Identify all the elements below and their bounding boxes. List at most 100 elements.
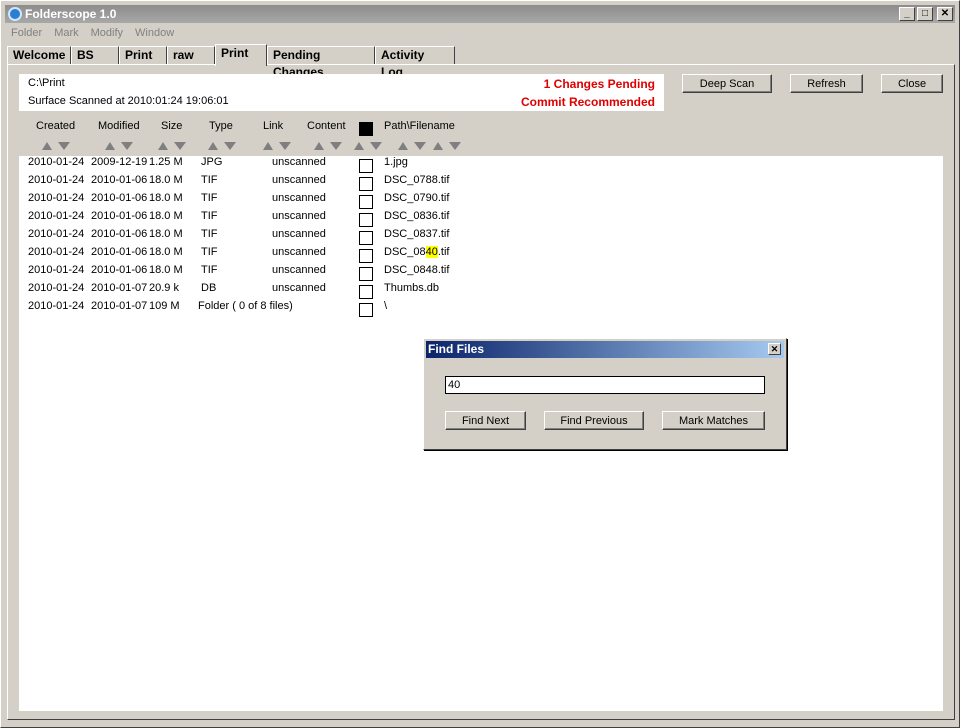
tab-raw[interactable]: raw <box>167 46 215 65</box>
mark-checkbox[interactable] <box>359 177 373 191</box>
select-all-checkbox[interactable] <box>359 122 373 136</box>
type-cell: DB <box>201 282 217 294</box>
mark-checkbox[interactable] <box>359 159 373 173</box>
file-row[interactable]: 2010-01-24 2010-01-06 18.0 M TIF unscanned DS… <box>19 174 943 192</box>
sort-desc-icon[interactable] <box>121 142 133 150</box>
tab-print-1[interactable]: Print <box>119 46 167 65</box>
file-row[interactable]: 2010-01-24 2010-01-07 20.9 k DB unscanned Thu… <box>19 282 943 300</box>
file-row[interactable]: 2010-01-24 2010-01-06 18.0 M TIF unscanned DS… <box>19 192 943 210</box>
sort-asc-icon[interactable] <box>208 142 218 150</box>
filename-text: 1.jpg <box>384 156 408 168</box>
tab-activity-log[interactable]: Activity Log <box>375 46 455 79</box>
app-icon <box>8 7 22 21</box>
column-header-path[interactable]: Path\Filename <box>384 120 455 132</box>
sort-desc-icon[interactable] <box>370 142 382 150</box>
sort-desc-icon[interactable] <box>330 142 342 150</box>
mark-checkbox[interactable] <box>359 303 373 317</box>
menu-folder[interactable]: Folder <box>5 27 48 39</box>
close-window-button[interactable]: ✕ <box>937 7 953 21</box>
mark-checkbox[interactable] <box>359 285 373 299</box>
sort-asc-icon[interactable] <box>398 142 408 150</box>
file-row[interactable]: 2010-01-24 2009-12-19 1.25 M JPG unscanned 1.… <box>19 156 943 174</box>
filename-cell: 1.jpg <box>384 156 408 168</box>
tab-print-active[interactable]: Print <box>215 44 267 66</box>
sort-asc-icon[interactable] <box>158 142 168 150</box>
find-query-input[interactable] <box>445 376 765 394</box>
type-cell: TIF <box>201 228 218 240</box>
menu-modify[interactable]: Modify <box>85 27 129 39</box>
size-cell: 1.25 M <box>149 156 183 168</box>
title-bar[interactable]: Folderscope 1.0 _ □ ✕ <box>5 5 955 23</box>
mark-checkbox[interactable] <box>359 249 373 263</box>
minimize-button[interactable]: _ <box>899 7 915 21</box>
sort-asc-icon[interactable] <box>42 142 52 150</box>
filename-cell: DSC_0837.tif <box>384 228 449 240</box>
column-header-modified[interactable]: Modified <box>98 120 140 132</box>
sort-created <box>42 142 76 152</box>
mark-matches-button[interactable]: Mark Matches <box>662 411 765 430</box>
tab-pending-changes[interactable]: Pending Changes <box>267 46 375 79</box>
modified-cell: 2010-01-06 <box>91 228 148 240</box>
file-row[interactable]: 2010-01-24 2010-01-06 18.0 M TIF unscanned DS… <box>19 246 943 264</box>
file-row[interactable]: 2010-01-24 2010-01-06 18.0 M TIF unscanned DS… <box>19 264 943 282</box>
file-row[interactable]: 2010-01-24 2010-01-07 109 M Folder ( 0 of 8… <box>19 300 943 318</box>
column-header-created[interactable]: Created <box>36 120 75 132</box>
sort-desc-icon[interactable] <box>224 142 236 150</box>
file-row[interactable]: 2010-01-24 2010-01-06 18.0 M TIF unscanned DS… <box>19 210 943 228</box>
sort-asc-icon[interactable] <box>105 142 115 150</box>
refresh-button[interactable]: Refresh <box>790 74 863 93</box>
tab-bs[interactable]: BS <box>71 46 119 65</box>
filename-cell: DSC_0840.tif <box>384 246 449 258</box>
maximize-button[interactable]: □ <box>917 7 933 21</box>
filename-text: DSC_0788.tif <box>384 174 450 186</box>
dialog-title-bar[interactable]: Find Files ✕ <box>426 341 784 358</box>
column-header-type[interactable]: Type <box>209 120 233 132</box>
sort-desc-icon[interactable] <box>414 142 426 150</box>
sort-type <box>208 142 242 152</box>
column-header-link[interactable]: Link <box>263 120 283 132</box>
tab-welcome[interactable]: Welcome <box>7 46 71 65</box>
file-row[interactable]: 2010-01-24 2010-01-06 18.0 M TIF unscanned DS… <box>19 228 943 246</box>
search-match-highlight: 40 <box>425 246 438 258</box>
find-next-button[interactable]: Find Next <box>445 411 526 430</box>
size-cell: 109 M <box>149 300 180 312</box>
mark-checkbox[interactable] <box>359 195 373 209</box>
menu-mark[interactable]: Mark <box>48 27 84 39</box>
sort-marked <box>354 142 388 152</box>
sort-path <box>398 142 432 152</box>
column-header-size[interactable]: Size <box>161 120 182 132</box>
modified-cell: 2009-12-19 <box>91 156 148 168</box>
find-previous-button[interactable]: Find Previous <box>544 411 644 430</box>
commit-recommended-alert: Commit Recommended <box>520 95 655 109</box>
size-cell: 18.0 M <box>149 192 183 204</box>
created-cell: 2010-01-24 <box>28 174 85 186</box>
mark-checkbox[interactable] <box>359 231 373 245</box>
modified-cell: 2010-01-06 <box>91 246 148 258</box>
close-button[interactable]: Close <box>881 74 943 93</box>
modified-cell: 2010-01-07 <box>91 300 148 312</box>
sort-asc-icon[interactable] <box>314 142 324 150</box>
dialog-close-icon[interactable]: ✕ <box>768 343 781 355</box>
sort-asc-icon[interactable] <box>433 142 443 150</box>
sort-size <box>158 142 192 152</box>
created-cell: 2010-01-24 <box>28 300 85 312</box>
link-cell: unscanned <box>272 228 326 240</box>
link-cell: unscanned <box>272 156 326 168</box>
sort-desc-icon[interactable] <box>449 142 461 150</box>
filename-text: \ <box>384 300 388 312</box>
scan-status: Surface Scanned at 2010:01:24 19:06:01 <box>28 95 229 107</box>
link-cell: unscanned <box>272 282 326 294</box>
mark-checkbox[interactable] <box>359 213 373 227</box>
created-cell: 2010-01-24 <box>28 282 85 294</box>
created-cell: 2010-01-24 <box>28 228 85 240</box>
deep-scan-button[interactable]: Deep Scan <box>682 74 772 93</box>
menu-window[interactable]: Window <box>129 27 180 39</box>
sort-desc-icon[interactable] <box>58 142 70 150</box>
mark-checkbox[interactable] <box>359 267 373 281</box>
column-header-content[interactable]: Content <box>307 120 346 132</box>
size-cell: 20.9 k <box>149 282 179 294</box>
sort-desc-icon[interactable] <box>174 142 186 150</box>
sort-asc-icon[interactable] <box>263 142 273 150</box>
sort-desc-icon[interactable] <box>279 142 291 150</box>
sort-asc-icon[interactable] <box>354 142 364 150</box>
